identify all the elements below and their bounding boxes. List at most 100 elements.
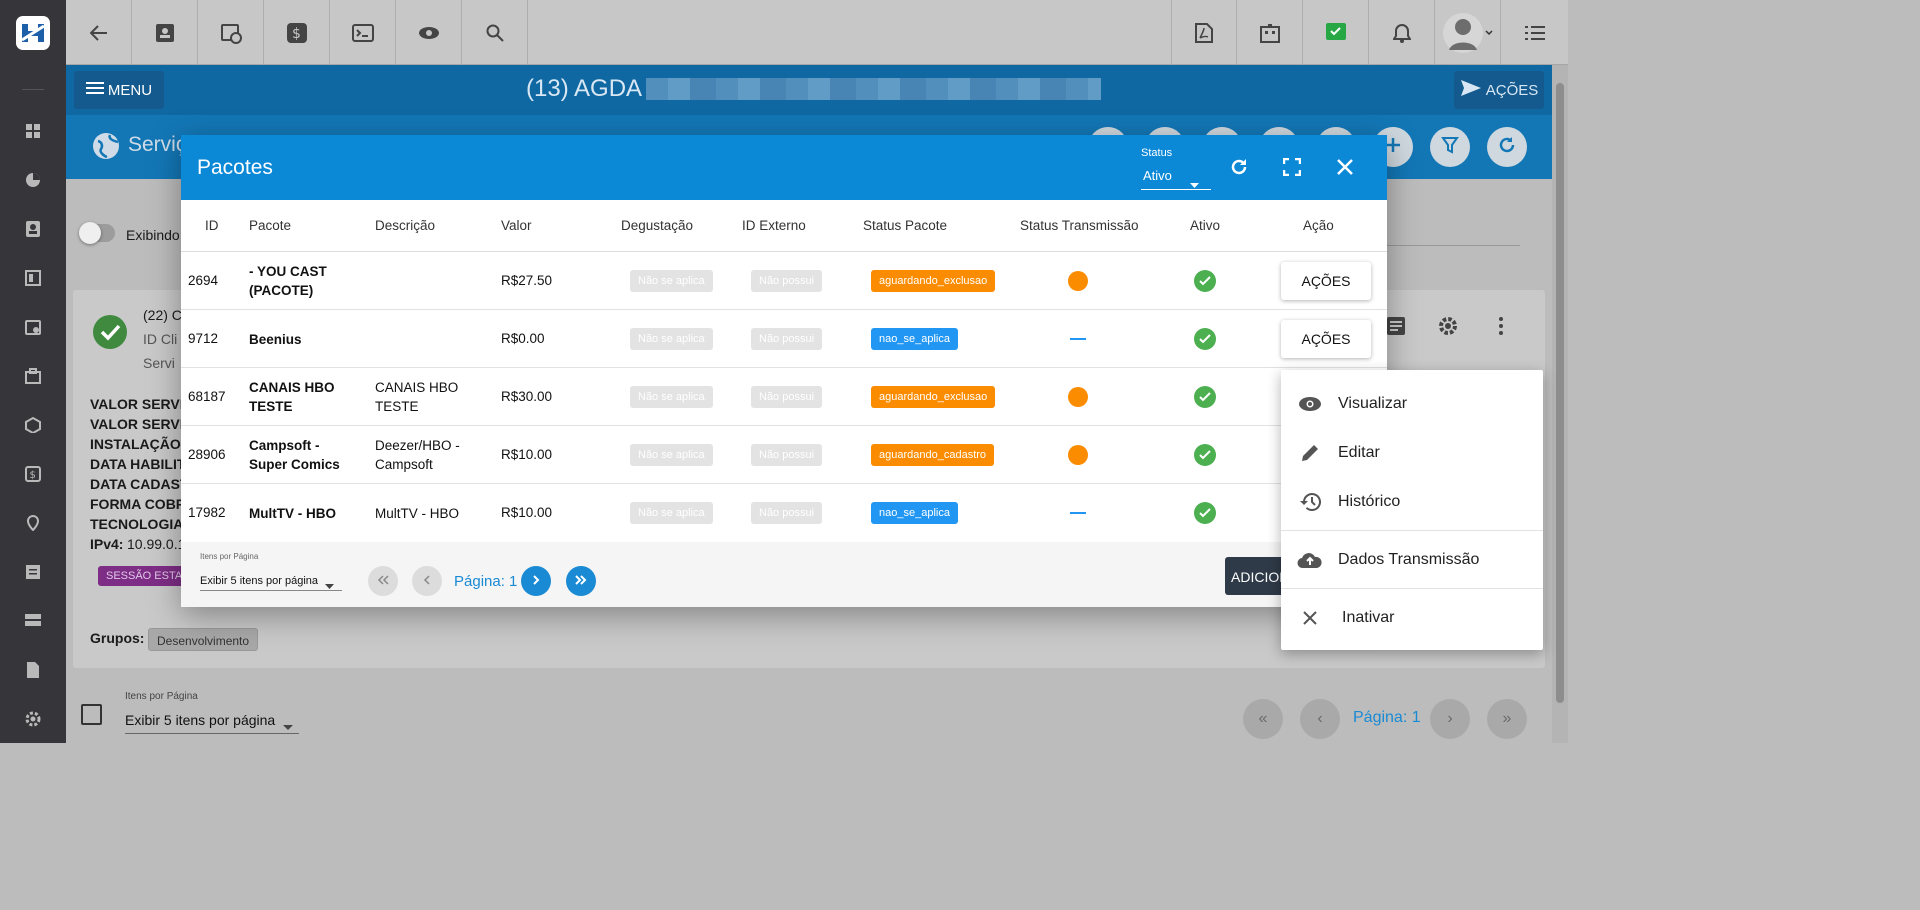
row-acoes-button[interactable]: AÇÕES [1281, 320, 1371, 358]
acoes-label: AÇÕES [1485, 81, 1539, 99]
bottom-next-page[interactable]: › [1430, 699, 1470, 739]
history-icon [1297, 489, 1323, 515]
detail-6: TECNOLOGIA [90, 516, 184, 532]
menu-divider [1281, 530, 1543, 531]
box-icon[interactable] [23, 415, 43, 435]
table-header: ID Pacote Descrição Valor Degustação ID … [181, 200, 1387, 252]
row-valor: R$30.00 [501, 389, 553, 404]
transmissao-pending-dot [1068, 445, 1088, 465]
bell-button[interactable] [1369, 0, 1435, 65]
menu-item-dados-transmissao[interactable]: Dados Transmissão [1281, 535, 1543, 585]
row-pacote: MultTV - HBO [249, 506, 336, 521]
contact-card-button[interactable] [132, 0, 198, 65]
row-id: 9712 [188, 331, 219, 346]
svg-text:$: $ [30, 470, 36, 481]
id-externo-chip: Não possui [751, 328, 823, 350]
menu-item-historico[interactable]: Histórico [1281, 477, 1543, 527]
app-logo[interactable] [16, 16, 50, 50]
menu-item-visualizar[interactable]: Visualizar [1281, 379, 1543, 429]
transmissao-none-dash [1070, 512, 1086, 514]
col-pacote: Pacote [249, 218, 292, 233]
search-button[interactable] [462, 0, 528, 65]
ativo-check-icon [1194, 328, 1216, 350]
active-check-icon [93, 315, 127, 354]
refresh-icon [1498, 136, 1516, 159]
menu-item-label: Inativar [1342, 609, 1395, 626]
col-status-pacote: Status Pacote [863, 218, 948, 233]
list-menu-button[interactable] [1501, 0, 1568, 65]
menu-item-label: Histórico [1338, 493, 1401, 510]
server-icon[interactable] [23, 611, 43, 631]
ipv4-label: IPv4: [90, 536, 124, 552]
ativo-check-icon [1194, 444, 1216, 466]
close-modal-icon[interactable] [1334, 156, 1356, 178]
building-button[interactable] [1237, 0, 1303, 65]
ipp-select[interactable]: Exibir 5 itens por página [200, 567, 342, 591]
double-right-icon: » [1502, 710, 1512, 727]
detail-2: INSTALAÇÃO: [90, 436, 186, 452]
money-icon[interactable]: $ [23, 464, 43, 484]
calendar-clock-button[interactable] [198, 0, 264, 65]
detail-4: DATA CADAST [90, 476, 189, 492]
row-valor: R$0.00 [501, 331, 545, 346]
list-icon[interactable] [23, 562, 43, 582]
status-pacote-chip: aguardando_exclusao [871, 386, 996, 408]
location-icon[interactable] [23, 513, 43, 533]
row-acoes-button[interactable]: AÇÕES [1281, 262, 1371, 300]
menu-button[interactable]: MENU [74, 71, 164, 109]
menu-item-inativar[interactable]: Inativar [1281, 593, 1543, 643]
svg-text:$: $ [292, 26, 301, 42]
pacotes-modal: Pacotes Status Ativo ID Pacote Descrição… [181, 135, 1387, 607]
scroll-thumb[interactable] [1556, 83, 1564, 703]
left-icon [423, 572, 431, 590]
board-icon[interactable] [23, 268, 43, 288]
refresh-button[interactable] [1487, 127, 1527, 167]
terminal-button[interactable] [330, 0, 396, 65]
acoes-dropdown-menu: Visualizar Editar Histórico Dados Transm… [1281, 370, 1543, 650]
status-pacote-chip: nao_se_aplica [871, 328, 958, 350]
exibindo-toggle[interactable] [79, 222, 115, 244]
last-page-button[interactable] [566, 566, 596, 596]
card-settings-icon[interactable] [1437, 315, 1459, 342]
gear-icon[interactable] [23, 709, 43, 729]
avatar-menu[interactable] [1435, 0, 1501, 65]
bottom-prev-page[interactable]: ‹ [1300, 699, 1340, 739]
select-all-checkbox[interactable] [81, 704, 102, 725]
back-button[interactable] [66, 0, 132, 65]
filter-button[interactable] [1430, 127, 1470, 167]
eye-button[interactable] [396, 0, 462, 65]
notes-icon[interactable] [1386, 316, 1406, 341]
calendar-clock-icon[interactable] [23, 317, 43, 337]
contact-icon[interactable] [23, 219, 43, 239]
degustacao-chip: Não se aplica [630, 270, 713, 292]
first-page-button[interactable] [368, 566, 398, 596]
row-id: 28906 [188, 447, 226, 462]
row-pacote: Beenius [249, 332, 302, 347]
menu-item-editar[interactable]: Editar [1281, 428, 1543, 478]
bottom-ipp-value: Exibir 5 itens por página [125, 712, 276, 728]
ipp-label: Itens por Página [200, 552, 259, 561]
pdf-button[interactable] [1171, 0, 1237, 65]
bottom-last-page[interactable]: » [1487, 699, 1527, 739]
next-page-button[interactable] [521, 566, 551, 596]
more-vert-icon[interactable] [1498, 317, 1504, 340]
pie-chart-icon[interactable] [23, 170, 43, 190]
modal-refresh-icon[interactable] [1228, 156, 1250, 178]
fullscreen-icon[interactable] [1281, 156, 1303, 178]
cloud-upload-icon [1297, 547, 1323, 573]
acoes-header-button[interactable]: AÇÕES [1454, 71, 1544, 109]
bottom-ipp-select[interactable]: Exibir 5 itens por página [125, 708, 299, 734]
prev-page-button[interactable] [412, 566, 442, 596]
page-scrollbar[interactable] [1552, 65, 1568, 743]
money-button[interactable]: $ [264, 0, 330, 65]
table-row: 28906 Campsoft - Super Comics Deezer/HBO… [181, 426, 1387, 484]
dashboard-icon[interactable] [23, 121, 43, 141]
status-filter-select[interactable]: Ativo [1141, 168, 1211, 190]
client-title: (13) AGDA [526, 75, 643, 102]
row-descricao: Deezer/HBO - Campsoft [375, 438, 460, 472]
bottom-first-page[interactable]: « [1243, 699, 1283, 739]
table-row: 17982 MultTV - HBO MultTV - HBO R$10.00 … [181, 484, 1387, 542]
document-icon[interactable] [23, 660, 43, 680]
briefcase-icon[interactable] [23, 366, 43, 386]
approved-button[interactable] [1303, 0, 1369, 65]
